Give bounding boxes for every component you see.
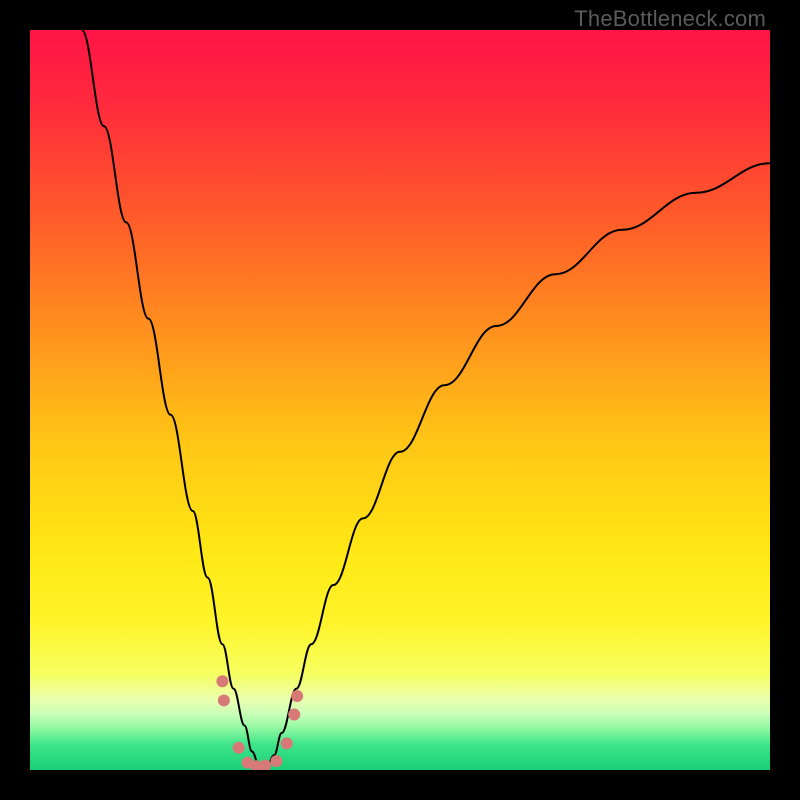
- curve-marker: [291, 690, 303, 702]
- curve-marker: [281, 737, 293, 749]
- curve-marker: [288, 709, 300, 721]
- chart-frame: TheBottleneck.com: [0, 0, 800, 800]
- curve-marker: [216, 675, 228, 687]
- curve-marker: [218, 694, 230, 706]
- curve-marker: [233, 742, 245, 754]
- plot-area: [30, 30, 770, 770]
- bottleneck-curve: [30, 30, 770, 770]
- watermark-text: TheBottleneck.com: [574, 6, 766, 32]
- curve-marker: [270, 755, 282, 767]
